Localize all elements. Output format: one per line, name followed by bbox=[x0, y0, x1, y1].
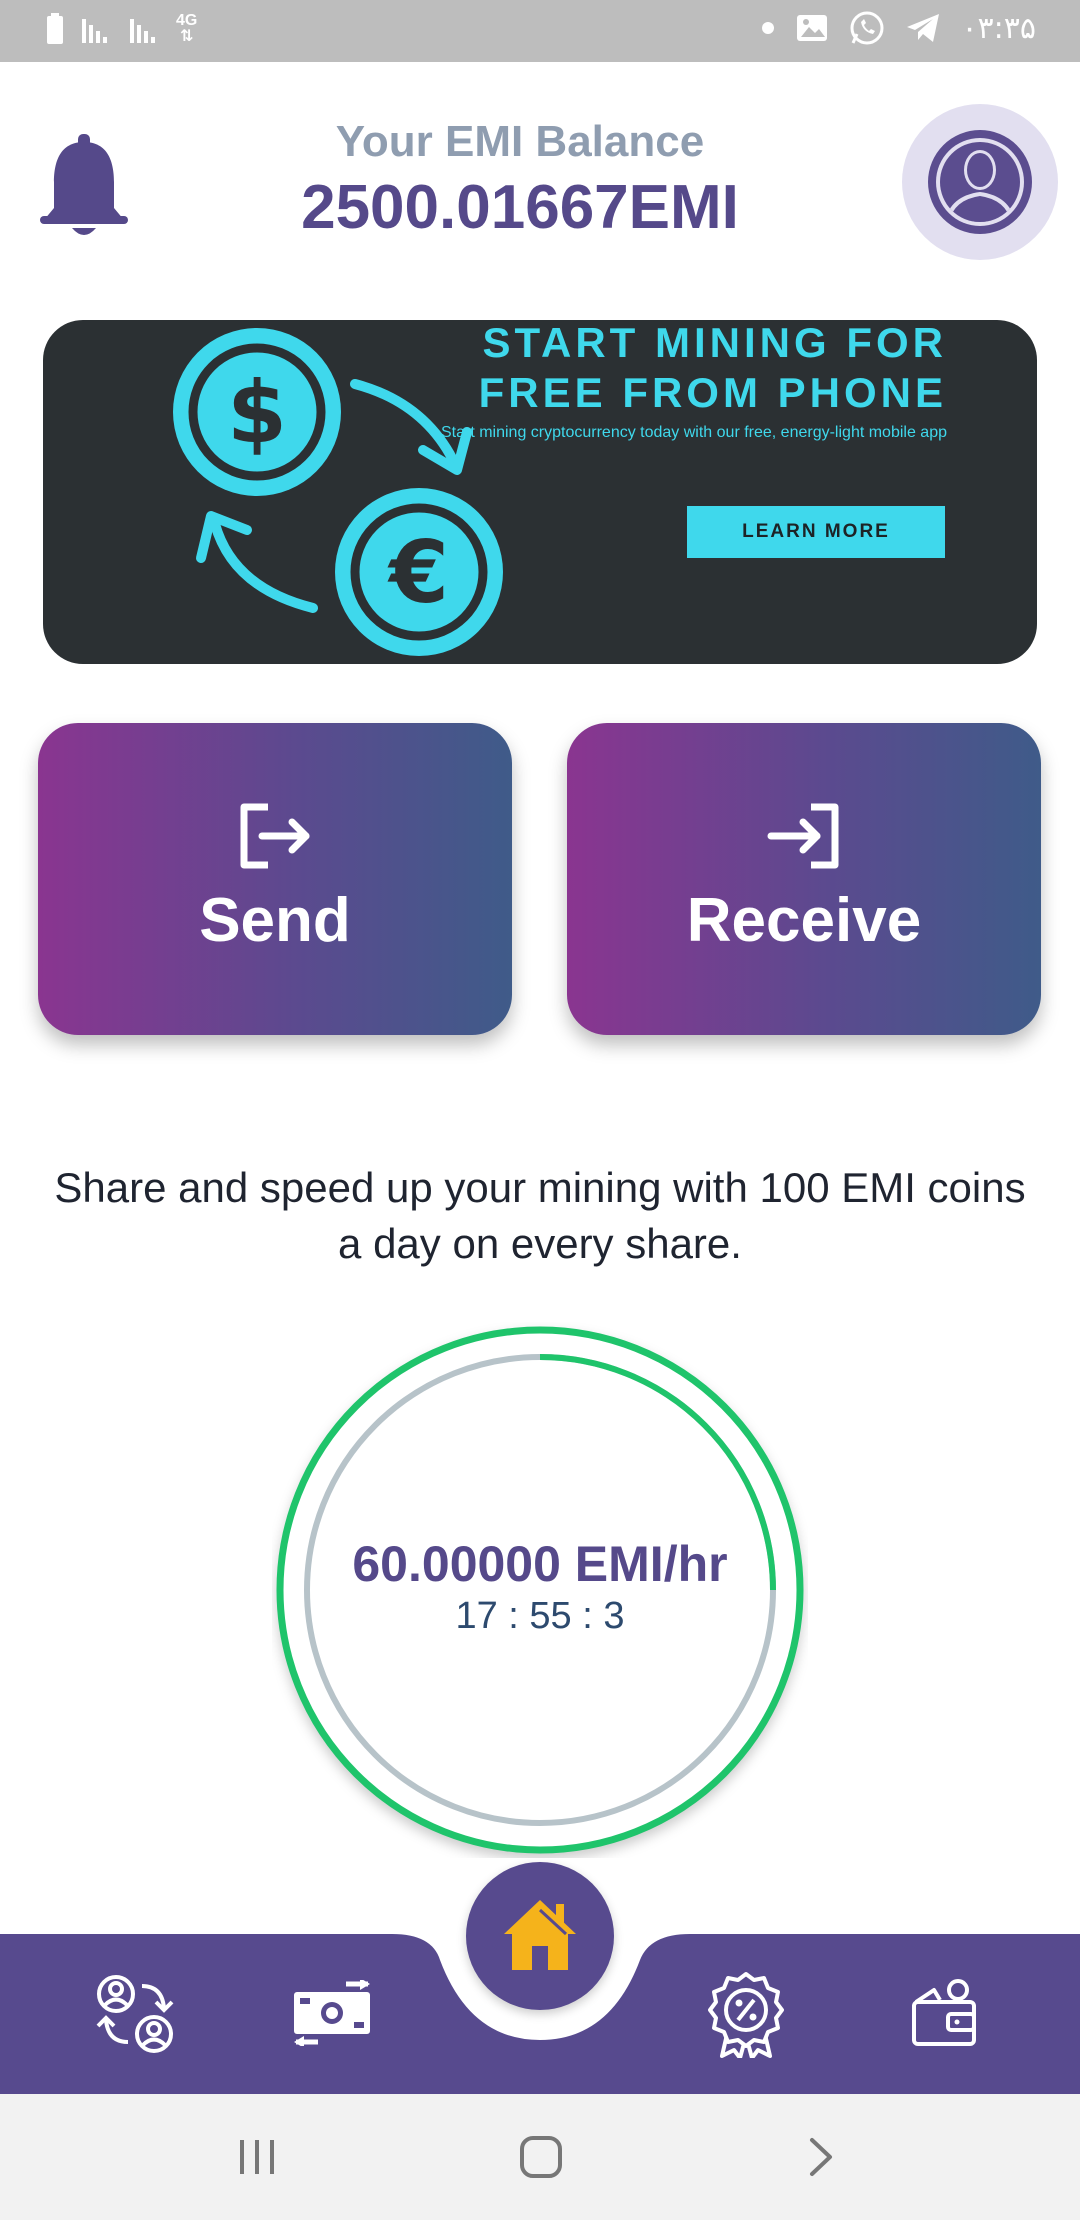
telegram-icon bbox=[907, 14, 940, 42]
exchange-icon bbox=[294, 1978, 370, 2048]
nav-exchange[interactable] bbox=[290, 1978, 374, 2051]
mining-rate: 60.00000 EMI/hr bbox=[352, 1536, 728, 1592]
banner-title: START MINING FOR FREE FROM PHONE bbox=[478, 320, 947, 416]
signal-icon-2 bbox=[130, 19, 155, 43]
whatsapp-icon bbox=[850, 11, 884, 45]
mining-timer: 17 : 55 : 3 bbox=[455, 1595, 625, 1637]
rewards-icon bbox=[708, 1972, 784, 2060]
referral-icon bbox=[96, 1975, 174, 2053]
nav-wallet[interactable] bbox=[910, 1978, 980, 2053]
nav-rewards[interactable] bbox=[708, 1970, 784, 2063]
nav-referral[interactable] bbox=[92, 1972, 178, 2061]
header: Your EMI Balance 2500.01667EMI bbox=[0, 62, 1080, 282]
recent-apps-icon[interactable] bbox=[236, 2136, 278, 2178]
receive-label: Receive bbox=[686, 886, 922, 955]
notification-bell-icon[interactable] bbox=[36, 130, 132, 240]
send-button[interactable]: Send bbox=[38, 723, 512, 1035]
balance-value: 2500.01667EMI bbox=[301, 173, 739, 242]
signal-icon bbox=[82, 19, 107, 43]
send-icon bbox=[240, 803, 310, 869]
home-system-icon[interactable] bbox=[518, 2134, 564, 2180]
back-icon[interactable] bbox=[806, 2136, 836, 2178]
home-icon bbox=[504, 1900, 576, 1970]
banner-subtitle: Start mining cryptocurrency today with o… bbox=[440, 424, 947, 441]
profile-avatar[interactable] bbox=[902, 104, 1058, 260]
clock: ۰۳:۳۵ bbox=[961, 10, 1036, 46]
share-info-text: Share and speed up your mining with 100 … bbox=[54, 1164, 1026, 1267]
promo-banner[interactable]: $ € START MINING FOR FREE FROM PHONE Star… bbox=[43, 320, 1037, 664]
balance-label: Your EMI Balance bbox=[335, 117, 705, 166]
receive-button[interactable]: Receive bbox=[567, 723, 1041, 1035]
system-navigation-bar bbox=[0, 2094, 1080, 2220]
receive-icon bbox=[767, 803, 839, 869]
status-bar: 4G ⇅ ۰۳:۳۵ bbox=[0, 0, 1080, 62]
wallet-icon bbox=[912, 1979, 976, 2046]
svg-text:$: $ bbox=[227, 363, 287, 463]
user-icon bbox=[928, 130, 1032, 234]
svg-text:€: € bbox=[387, 523, 449, 623]
gallery-icon bbox=[797, 15, 828, 41]
battery-icon bbox=[47, 13, 63, 44]
dot-icon bbox=[762, 22, 775, 34]
network-type: 4G ⇅ bbox=[176, 12, 198, 45]
nav-home[interactable] bbox=[466, 1862, 614, 2010]
learn-more-button[interactable]: LEARN MORE bbox=[687, 506, 945, 558]
send-label: Send bbox=[199, 886, 351, 955]
